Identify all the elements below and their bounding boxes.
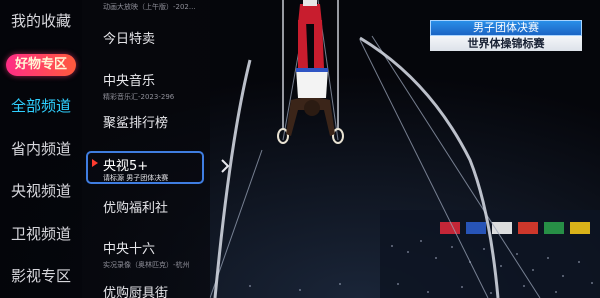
scoreboard-event-title: 男子团体决赛 — [430, 20, 582, 36]
selected-channel-program: 请标源 男子团体决赛 — [103, 174, 169, 182]
channel-item[interactable]: 中央音乐 精彩音乐汇-2023-296 — [103, 70, 211, 102]
channel-item[interactable]: 中央十六 实况录像（奥林匹克）-杭州 — [103, 238, 211, 270]
category-provincial-channels[interactable]: 省内频道 — [0, 138, 82, 159]
channel-name: 今日特卖 — [103, 32, 156, 47]
channel-name: 优购厨具街 — [103, 286, 169, 298]
channel-name: 中央音乐 — [103, 74, 156, 89]
channel-item[interactable]: 聚鲨排行榜 — [103, 112, 211, 131]
channel-program-subtitle: 精彩音乐汇-2023-296 — [103, 93, 175, 101]
scoreboard-competition-name: 世界体操锦标赛 — [430, 36, 582, 51]
selected-channel-card[interactable]: 央视5+ 请标源 男子团体决赛 — [86, 151, 204, 184]
category-cctv-channels[interactable]: 央视频道 — [0, 180, 82, 201]
channel-item[interactable]: 优购福利社 — [103, 197, 211, 216]
category-all-channels[interactable]: 全部频道 — [0, 95, 82, 116]
channel-program-subtitle: 动画大放映（上午版）-202... — [103, 3, 196, 11]
channel-name: 中央十六 — [103, 242, 156, 257]
category-movies-zone[interactable]: 影视专区 — [0, 265, 82, 286]
selected-channel-name: 央视5+ — [103, 159, 149, 174]
channel-item[interactable]: 今日特卖 — [103, 28, 211, 47]
category-my-favorites[interactable]: 我的收藏 — [0, 10, 82, 31]
tv-live-channel-screen: 我的收藏 好物专区 全部频道 省内频道 央视频道 卫视频道 影视专区 动画大放映… — [0, 0, 600, 298]
play-indicator-icon — [92, 159, 98, 167]
channel-item[interactable]: 优购厨具街 — [103, 282, 211, 298]
broadcast-scoreboard: 男子团体决赛 世界体操锦标赛 — [430, 20, 582, 51]
goods-zone-badge[interactable]: 好物专区 — [6, 54, 76, 76]
category-satellite-channels[interactable]: 卫视频道 — [0, 223, 82, 244]
channel-name: 优购福利社 — [103, 201, 169, 216]
chevron-right-icon[interactable] — [219, 157, 231, 175]
channel-name: 聚鲨排行榜 — [103, 116, 169, 131]
channel-program-subtitle: 实况录像（奥林匹克）-杭州 — [103, 261, 190, 269]
